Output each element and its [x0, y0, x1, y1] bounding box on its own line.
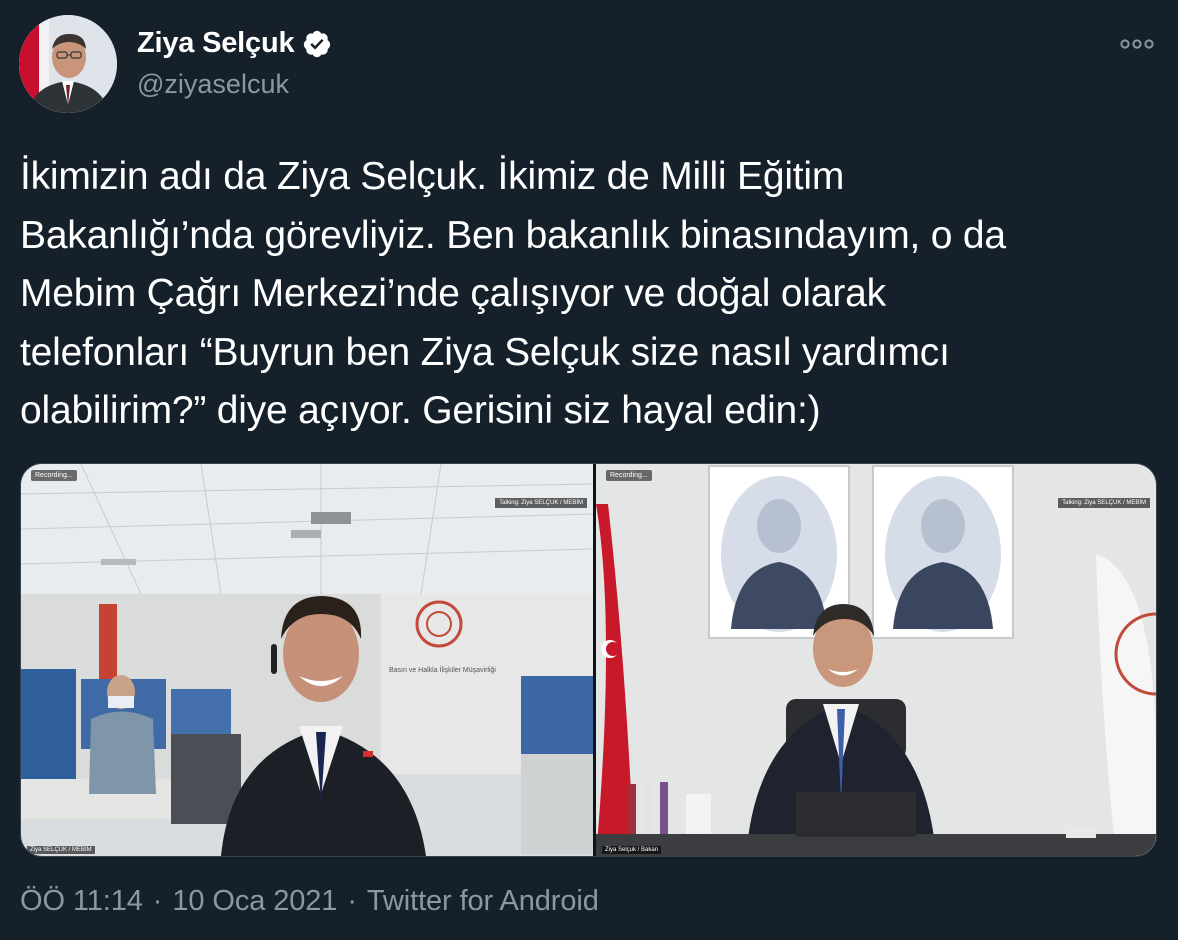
talking-label-right: Talking: Ziya SELÇUK / MEBİM [1058, 498, 1150, 508]
tweet-media[interactable]: Basın ve Halkla İlişkiler Müşavirliği Re… [20, 463, 1157, 857]
display-name[interactable]: Ziya Selçuk [137, 27, 295, 60]
video-panel-left: Basın ve Halkla İlişkiler Müşavirliği Re… [21, 464, 593, 856]
name-tag-left: Ziya SELÇUK / MEBİM [27, 846, 95, 854]
wall-sign-text: Basın ve Halkla İlişkiler Müşavirliği [389, 665, 496, 674]
tweet-card: Ziya Selçuk @ziyaselcuk İkimizin adı da … [0, 0, 1178, 940]
avatar-image [19, 15, 117, 113]
user-handle[interactable]: @ziyaselcuk [137, 69, 289, 100]
call-center-photo: Basın ve Halkla İlişkiler Müşavirliği [21, 464, 593, 856]
video-panel-right: Recording... Talking: Ziya SELÇUK / MEBİ… [596, 464, 1156, 856]
name-tag-right: Ziya Selçuk / Bakan [602, 846, 662, 854]
more-options-button[interactable] [1113, 24, 1161, 64]
tweet-time[interactable]: ÖÖ 11:14 [20, 885, 143, 918]
meta-separator: · [152, 885, 163, 917]
tweet-date[interactable]: 10 Oca 2021 [172, 885, 337, 918]
recording-label-right: Recording... [606, 470, 652, 481]
tweet-source-link[interactable]: Twitter for Android [367, 885, 599, 918]
user-name-row[interactable]: Ziya Selçuk [137, 27, 332, 60]
tweet-meta: ÖÖ 11:14 · 10 Oca 2021 · Twitter for And… [20, 885, 599, 918]
avatar[interactable] [19, 15, 117, 113]
tweet-text: İkimizin adı da Ziya Selçuk. İkimiz de M… [20, 155, 1006, 432]
recording-label-left: Recording... [31, 470, 77, 481]
meta-separator: · [347, 885, 357, 917]
ministry-office-photo [596, 464, 1156, 856]
talking-label-left: Talking: Ziya SELÇUK / MEBİM [495, 498, 587, 508]
more-options-icon [1120, 39, 1154, 49]
verified-badge-icon [302, 29, 332, 59]
